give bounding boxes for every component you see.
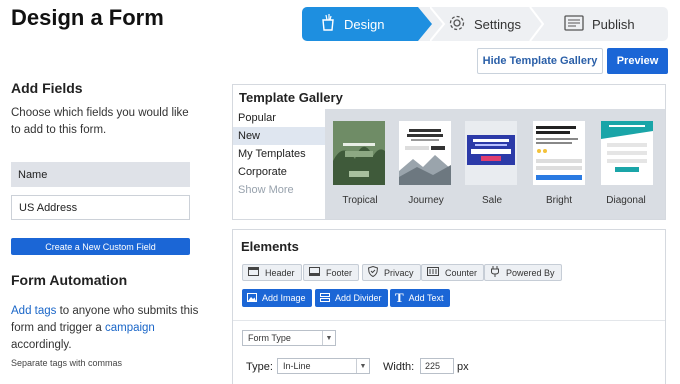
select-value: Form Type: [248, 333, 291, 343]
chip-label: Counter: [445, 267, 478, 278]
width-input[interactable]: 225: [420, 358, 454, 374]
chip-label: Powered By: [506, 267, 555, 278]
plug-icon: [490, 266, 500, 279]
image-icon: [247, 292, 257, 304]
template-tropical-thumb[interactable]: [333, 121, 385, 185]
add-text-button[interactable]: T Add Text: [390, 289, 450, 307]
template-label: Journey: [408, 195, 444, 206]
gallery-title: Template Gallery: [239, 90, 343, 105]
step-design[interactable]: Design: [302, 7, 432, 41]
category-new[interactable]: New: [233, 127, 325, 145]
action-label: Add Image: [262, 293, 306, 303]
shield-icon: [367, 265, 379, 279]
chip-powered-by[interactable]: Powered By: [484, 264, 562, 281]
page-title: Design a Form: [11, 5, 164, 30]
add-divider-button[interactable]: Add Divider: [315, 289, 388, 307]
gear-icon: [448, 14, 466, 35]
elements-title: Elements: [241, 239, 299, 254]
add-fields-heading: Add Fields: [11, 80, 83, 96]
type-label: Type:: [246, 361, 273, 373]
add-image-button[interactable]: Add Image: [242, 289, 312, 307]
wizard-steps: Design Settings Publish: [302, 7, 668, 41]
template-label: Diagonal: [606, 195, 646, 206]
hide-template-gallery-button[interactable]: Hide Template Gallery: [477, 48, 603, 74]
step-settings[interactable]: Settings: [448, 7, 521, 41]
category-my-templates[interactable]: My Templates: [233, 145, 325, 163]
divider-icon: [320, 292, 330, 304]
automation-description: Add tags to anyone who submits this form…: [11, 303, 201, 354]
chip-counter[interactable]: Counter: [421, 264, 485, 281]
tags-hint: Separate tags with commas: [11, 358, 123, 368]
field-name[interactable]: Name: [11, 162, 190, 187]
chip-header[interactable]: Header: [242, 264, 302, 281]
chevron-down-icon: ▼: [356, 359, 369, 373]
template-bright-thumb[interactable]: [533, 121, 585, 185]
chip-label: Footer: [326, 267, 353, 278]
step-label: Publish: [592, 16, 635, 32]
select-value: In-Line: [283, 361, 311, 371]
template-label: Sale: [481, 195, 502, 206]
elements-panel: Elements Header Footer Privacy Counter P…: [232, 229, 666, 384]
divider: [233, 320, 665, 321]
template-gallery: Template Gallery Popular New My Template…: [232, 84, 666, 220]
create-custom-field-button[interactable]: Create a New Custom Field: [11, 238, 190, 255]
step-label: Settings: [474, 16, 521, 32]
preview-button[interactable]: Preview: [607, 48, 668, 74]
template-thumbnails: Tropical Journey Sale Bright Diagonal: [325, 109, 665, 219]
action-label: Add Text: [408, 293, 444, 303]
step-publish[interactable]: Publish: [564, 7, 635, 41]
template-diagonal-thumb[interactable]: [601, 121, 653, 185]
gallery-categories: Popular New My Templates Corporate Show …: [233, 109, 325, 199]
category-popular[interactable]: Popular: [233, 109, 325, 127]
field-us-address[interactable]: US Address: [11, 195, 190, 220]
text-icon: T: [395, 290, 404, 305]
chip-footer[interactable]: Footer: [303, 264, 360, 281]
template-label: Tropical: [342, 195, 378, 206]
add-fields-description: Choose which fields you would like to ad…: [11, 107, 189, 136]
template-journey-thumb[interactable]: [399, 121, 451, 185]
template-label: Bright: [545, 195, 573, 206]
show-more-link[interactable]: Show More: [233, 181, 325, 199]
header-icon: [248, 267, 259, 278]
width-unit: px: [457, 361, 469, 373]
chevron-down-icon: ▼: [322, 331, 335, 345]
chip-label: Privacy: [384, 267, 414, 278]
action-label: Add Divider: [335, 293, 382, 303]
chip-label: Header: [265, 267, 295, 278]
footer-icon: [309, 267, 320, 278]
step-separator: [430, 7, 446, 41]
step-label: Design: [344, 16, 385, 32]
form-type-select[interactable]: Form Type ▼: [242, 330, 336, 346]
campaign-link[interactable]: campaign: [105, 322, 155, 334]
counter-icon: [427, 267, 439, 278]
type-select[interactable]: In-Line ▼: [277, 358, 370, 374]
add-tags-link[interactable]: Add tags: [11, 305, 56, 317]
cup-icon: [320, 13, 336, 35]
form-automation-heading: Form Automation: [11, 272, 128, 288]
step-separator: [529, 7, 544, 41]
chip-privacy[interactable]: Privacy: [362, 264, 421, 281]
category-corporate[interactable]: Corporate: [233, 163, 325, 181]
publish-icon: [564, 14, 584, 34]
automation-text: accordingly.: [11, 339, 72, 351]
template-sale-thumb[interactable]: [465, 121, 517, 185]
width-label: Width:: [383, 361, 415, 373]
